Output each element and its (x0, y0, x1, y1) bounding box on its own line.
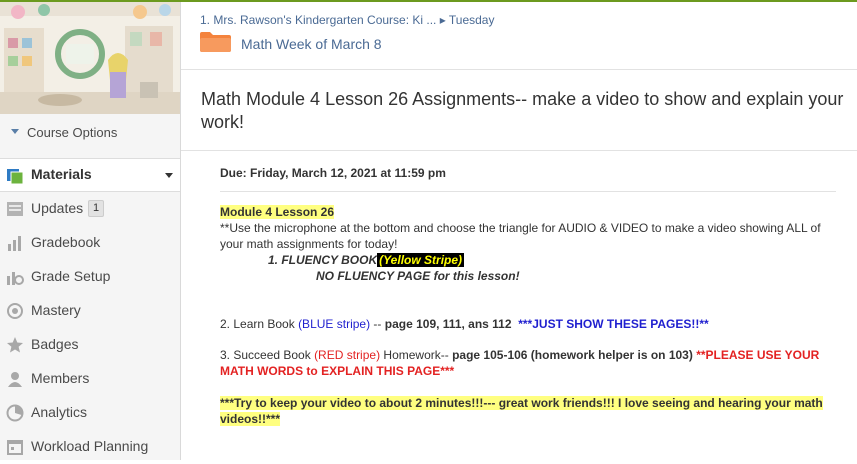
folder-title-link[interactable]: Math Week of March 8 (241, 36, 382, 52)
succeed-mid: Homework-- (380, 348, 453, 362)
sidebar-nav: Materials Updates 1 Gradebook Grade Setu… (0, 158, 180, 464)
breadcrumb-tuesday-link[interactable]: Tuesday (449, 13, 495, 27)
course-options-toggle[interactable]: Course Options (0, 114, 180, 156)
fluency-line: 1. FLUENCY BOOK (Yellow Stripe) (268, 252, 465, 268)
sidebar-item-label: Materials (31, 166, 92, 182)
succeed-note-1: **PLEASE USE YOUR (692, 348, 820, 362)
sidebar-item-materials[interactable]: Materials (0, 158, 180, 192)
chevron-down-icon[interactable] (165, 173, 173, 178)
updates-icon (7, 202, 23, 216)
analytics-icon (6, 404, 24, 422)
sidebar-item-workload-planning[interactable]: Workload Planning (0, 430, 180, 464)
fluency-stripe-label: (Yellow Stripe) (377, 253, 465, 267)
learn-prefix: 2. Learn Book (220, 317, 299, 331)
updates-count-badge: 1 (88, 200, 105, 217)
sidebar-item-grade-setup[interactable]: Grade Setup (0, 260, 180, 294)
succeed-pages: page 105-106 (homework helper is on 103) (452, 348, 693, 362)
learn-book-line: 2. Learn Book (BLUE stripe) -- page 109,… (220, 316, 709, 332)
members-icon (8, 372, 22, 387)
sidebar-item-analytics[interactable]: Analytics (0, 396, 180, 430)
divider (220, 191, 836, 192)
sidebar-item-label: Updates (31, 200, 84, 216)
no-fluency-note: NO FLUENCY PAGE for this lesson! (316, 269, 520, 283)
gradebook-icon (8, 236, 21, 251)
learn-mid: -- (370, 317, 385, 331)
closing-line-1: ***Try to keep your video to about 2 min… (220, 395, 823, 411)
instruction-line-2: your math assignments for today! (220, 237, 398, 251)
sidebar-item-label: Gradebook (31, 234, 101, 250)
closing-text-1: ***Try to keep your video to about 2 min… (220, 396, 823, 410)
folder-icon (200, 32, 231, 52)
succeed-note-2: MATH WORDS to EXPLAIN THIS PAGE*** (220, 364, 455, 378)
sidebar-item-label: Badges (31, 336, 79, 352)
breadcrumb: 1. Mrs. Rawson's Kindergarten Course: Ki… (200, 13, 494, 27)
module-line: Module 4 Lesson 26 (220, 204, 335, 220)
sidebar-item-label: Mastery (31, 302, 81, 318)
closing-line-2: videos!!*** (220, 411, 281, 427)
sidebar-item-members[interactable]: Members (0, 362, 180, 396)
succeed-prefix: 3. Succeed Book (220, 348, 315, 362)
sidebar-item-label: Grade Setup (31, 268, 111, 284)
succeed-book-line-1: 3. Succeed Book (RED stripe) Homework-- … (220, 347, 819, 363)
course-options-label: Course Options (27, 125, 118, 140)
course-banner-image[interactable] (0, 2, 180, 114)
caret-down-icon (11, 129, 19, 134)
instruction-line-1: **Use the microphone at the bottom and c… (220, 221, 821, 235)
sidebar-item-label: Workload Planning (31, 438, 149, 454)
sidebar-item-badges[interactable]: Badges (0, 328, 180, 362)
materials-icon (7, 169, 24, 185)
learn-note: ***JUST SHOW THESE PAGES!!** (518, 317, 709, 331)
learn-stripe: (BLUE stripe) (298, 317, 371, 331)
sidebar-item-label: Members (31, 370, 90, 386)
grade-setup-icon (7, 272, 24, 285)
sidebar-item-gradebook[interactable]: Gradebook (0, 226, 180, 260)
sidebar-item-label: Analytics (31, 404, 88, 420)
module-label: Module 4 Lesson 26 (220, 205, 335, 219)
closing-text-2: videos!!*** (220, 412, 281, 426)
mastery-icon (7, 303, 23, 319)
succeed-stripe: (RED stripe) (314, 348, 381, 362)
fluency-label: 1. FLUENCY BOOK (268, 253, 378, 267)
learn-pages: page 109, 111, ans 112 (384, 317, 512, 331)
breadcrumb-course-link[interactable]: 1. Mrs. Rawson's Kindergarten Course: Ki… (200, 13, 436, 27)
due-date: Due: Friday, March 12, 2021 at 11:59 pm (220, 166, 446, 180)
sidebar-item-updates[interactable]: Updates 1 (0, 192, 180, 226)
sidebar: Course Options Materials Updates 1 Grade… (0, 2, 181, 460)
assignment-header: Math Module 4 Lesson 26 Assignments-- ma… (181, 69, 857, 151)
page-title: Math Module 4 Lesson 26 Assignments-- ma… (201, 89, 844, 132)
breadcrumb-separator-icon: ▸ (439, 13, 446, 27)
workload-planning-icon (7, 440, 23, 455)
badges-icon (7, 337, 23, 353)
sidebar-item-mastery[interactable]: Mastery (0, 294, 180, 328)
